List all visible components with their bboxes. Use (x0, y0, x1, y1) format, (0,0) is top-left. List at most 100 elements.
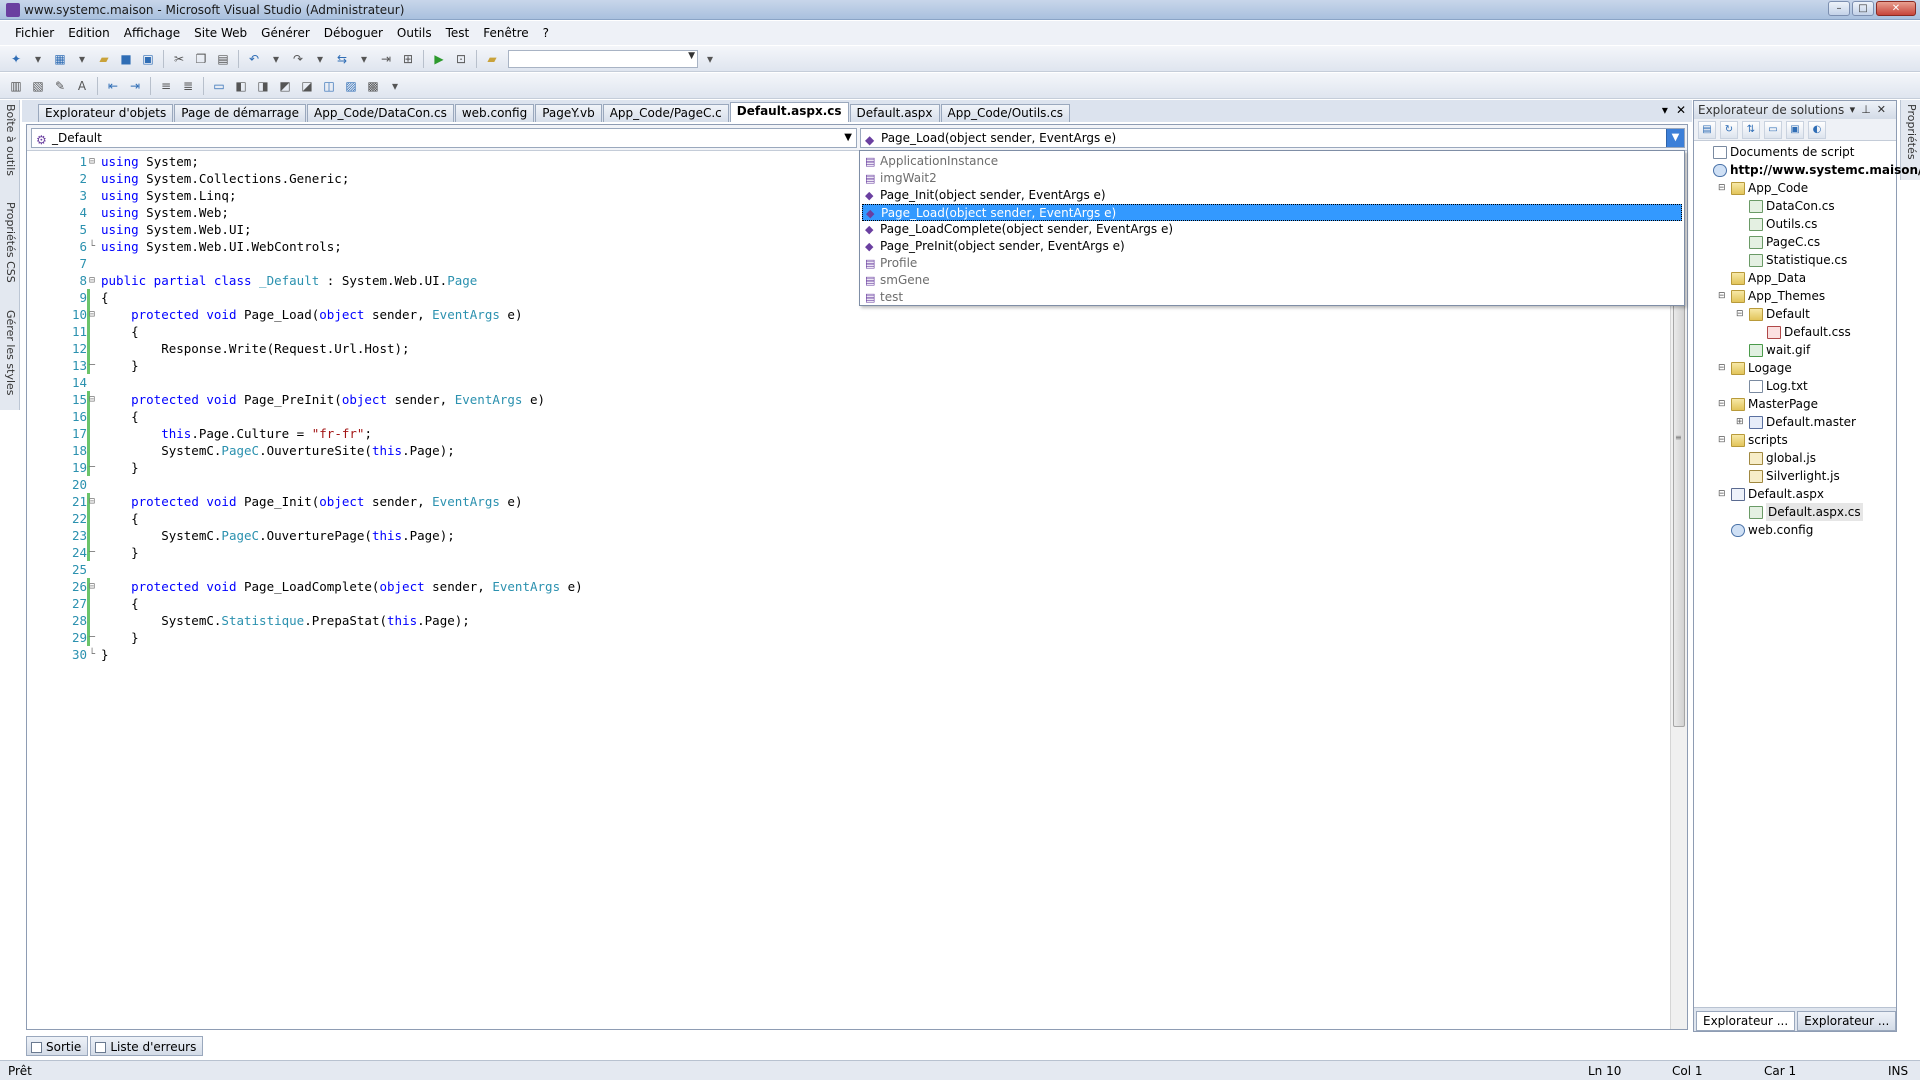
navigate-icon[interactable]: ⇆ (332, 49, 352, 69)
manage-styles-tab[interactable]: Gérer les styles (2, 310, 17, 396)
expand-toggle-icon[interactable]: ⊟ (1718, 287, 1728, 305)
menu-fichier[interactable]: Fichier (8, 24, 61, 42)
list-members-icon[interactable]: ▥ (6, 76, 26, 96)
tab-default-aspx-cs[interactable]: Default.aspx.cs (729, 102, 849, 122)
quick-info-icon[interactable]: ✎ (50, 76, 70, 96)
tab-default-aspx[interactable]: Default.aspx (849, 104, 940, 122)
asp-config-icon[interactable]: ◐ (1808, 120, 1826, 139)
fold-toggle-icon[interactable]: ⊟ (89, 272, 100, 289)
tab-explorateur-objets[interactable]: Explorateur d'objets (38, 104, 174, 122)
tree-node[interactable]: http://www.systemc.maison/ (1700, 161, 1920, 179)
tab-web-config[interactable]: web.config (454, 104, 535, 122)
menu-outils[interactable]: Outils (390, 24, 439, 42)
tree-node[interactable]: Statistique.cs (1736, 251, 1847, 269)
fold-toggle-icon[interactable]: ⊟ (89, 391, 100, 408)
fold-toggle-icon[interactable]: ⊟ (89, 306, 100, 323)
redo-icon[interactable]: ↷ (288, 49, 308, 69)
expand-toggle-icon[interactable]: ⊟ (1718, 395, 1728, 413)
tree-node[interactable]: ⊟ scripts (1718, 431, 1788, 449)
tree-node[interactable]: web.config (1718, 521, 1813, 539)
start-debugging-icon[interactable]: ▶ (429, 49, 449, 69)
dropdown-arrow-icon[interactable]: ▾ (354, 49, 374, 69)
member-combo[interactable]: ◆ Page_Load(object sender, EventArgs e) … (860, 128, 1685, 148)
dropdown-arrow-icon[interactable]: ▾ (310, 49, 330, 69)
dropdown-member-item[interactable]: ▤ test (862, 289, 1682, 306)
tree-node[interactable]: ⊟ Default.aspx (1718, 485, 1824, 503)
open-file-icon[interactable]: ▰ (94, 49, 114, 69)
find-in-files-icon[interactable]: ▰ (482, 49, 502, 69)
add-item-icon[interactable]: ▦ (50, 49, 70, 69)
properties-icon[interactable]: ▤ (1698, 120, 1716, 139)
menu-help[interactable]: ? (536, 24, 556, 42)
maximize-button[interactable]: □ (1852, 1, 1874, 16)
view-code-icon[interactable]: ▭ (1764, 120, 1782, 139)
menu-fenetre[interactable]: Fenêtre (476, 24, 535, 42)
decrease-indent-icon[interactable]: ⇤ (103, 76, 123, 96)
paste-icon[interactable]: ▤ (213, 49, 233, 69)
toolbox-tab[interactable]: Boîte à outils (2, 104, 17, 176)
dropdown-member-item[interactable]: ◆ Page_LoadComplete(object sender, EventA… (862, 221, 1682, 238)
menu-site-web[interactable]: Site Web (187, 24, 254, 42)
copy-icon[interactable]: ❐ (191, 49, 211, 69)
class-combo[interactable]: ⚙ _Default ▼ (31, 128, 857, 148)
tree-node[interactable]: App_Data (1718, 269, 1806, 287)
menu-deboguer[interactable]: Déboguer (317, 24, 390, 42)
menu-generer[interactable]: Générer (254, 24, 317, 42)
refresh-icon[interactable]: ↻ (1720, 120, 1738, 139)
expand-toggle-icon[interactable]: ⊟ (1718, 359, 1728, 377)
properties-tab[interactable]: Propriétés (1903, 104, 1918, 160)
tree-node[interactable]: wait.gif (1736, 341, 1810, 359)
tree-node[interactable]: ⊞ Default.master (1736, 413, 1856, 431)
tab-pagec[interactable]: App_Code/PageC.c (602, 104, 729, 122)
menu-test[interactable]: Test (439, 24, 477, 42)
increase-indent-icon[interactable]: ⇥ (125, 76, 145, 96)
tab-list-icon[interactable]: ▾ (1662, 103, 1668, 117)
close-tab-icon[interactable]: ✕ (1676, 103, 1686, 117)
prev-bookmark-doc-icon[interactable]: ◫ (319, 76, 339, 96)
save-all-icon[interactable]: ▣ (138, 49, 158, 69)
tree-node[interactable]: global.js (1736, 449, 1816, 467)
dropdown-arrow-icon[interactable]: ▾ (72, 49, 92, 69)
view-designer-icon[interactable]: ▣ (1786, 120, 1804, 139)
dropdown-member-item[interactable]: ◆ Page_PreInit(object sender, EventArgs e… (862, 238, 1682, 255)
clear-bookmarks-icon[interactable]: ▩ (363, 76, 383, 96)
tree-node[interactable]: ⊟ Logage (1718, 359, 1792, 377)
fold-toggle-icon[interactable]: ⊟ (89, 493, 100, 510)
minimize-button[interactable]: – (1828, 1, 1850, 16)
previous-bookmark-icon[interactable]: ◧ (231, 76, 251, 96)
tree-node[interactable]: Documents de script (1700, 143, 1855, 161)
tab-page-demarrage[interactable]: Page de démarrage (174, 104, 306, 122)
next-bookmark-icon[interactable]: ◨ (253, 76, 273, 96)
dropdown-member-item[interactable]: ▤ smGene (862, 272, 1682, 289)
expand-toggle-icon[interactable]: ⊟ (1718, 179, 1728, 197)
tree-node[interactable]: PageC.cs (1736, 233, 1820, 251)
css-properties-tab[interactable]: Propriétés CSS (2, 202, 17, 283)
attach-icon[interactable]: ⊡ (451, 49, 471, 69)
fold-toggle-icon[interactable]: ⊟ (89, 153, 100, 170)
pin-icon[interactable]: ⊥ (1861, 103, 1877, 116)
expand-toggle-icon[interactable]: ⊟ (1718, 431, 1728, 449)
dropdown-member-item[interactable]: ▤ imgWait2 (862, 170, 1682, 187)
tree-node[interactable]: DataCon.cs (1736, 197, 1835, 215)
uncomment-icon[interactable]: ≣ (178, 76, 198, 96)
parameter-info-icon[interactable]: ▧ (28, 76, 48, 96)
cut-icon[interactable]: ✂ (169, 49, 189, 69)
expand-toggle-icon[interactable]: ⊟ (1736, 305, 1746, 323)
tree-node[interactable]: Default.aspx.cs (1736, 503, 1863, 521)
next-bookmark-doc-icon[interactable]: ▨ (341, 76, 361, 96)
close-button[interactable]: ✕ (1876, 1, 1916, 16)
nest-files-icon[interactable]: ⇅ (1742, 120, 1760, 139)
window-position-icon[interactable]: ▾ (1850, 103, 1862, 116)
expand-toggle-icon[interactable]: ⊟ (1718, 485, 1728, 503)
tab-pagey[interactable]: PageY.vb (535, 104, 602, 122)
new-project-icon[interactable]: ✦ (6, 49, 26, 69)
tree-node[interactable]: ⊟ Default (1736, 305, 1810, 323)
dropdown-member-item[interactable]: ◆ Page_Init(object sender, EventArgs e) (862, 187, 1682, 204)
dropdown-arrow-icon[interactable]: ▾ (28, 49, 48, 69)
tree-node[interactable]: ⊟ App_Code (1718, 179, 1808, 197)
dropdown-member-item[interactable]: ▤ ApplicationInstance (862, 153, 1682, 170)
tab-explorateur-serveurs[interactable]: Explorateur ... (1797, 1011, 1897, 1031)
undo-icon[interactable]: ↶ (244, 49, 264, 69)
next-bookmark-folder-icon[interactable]: ◪ (297, 76, 317, 96)
find-combo[interactable]: ▼ (508, 49, 698, 68)
